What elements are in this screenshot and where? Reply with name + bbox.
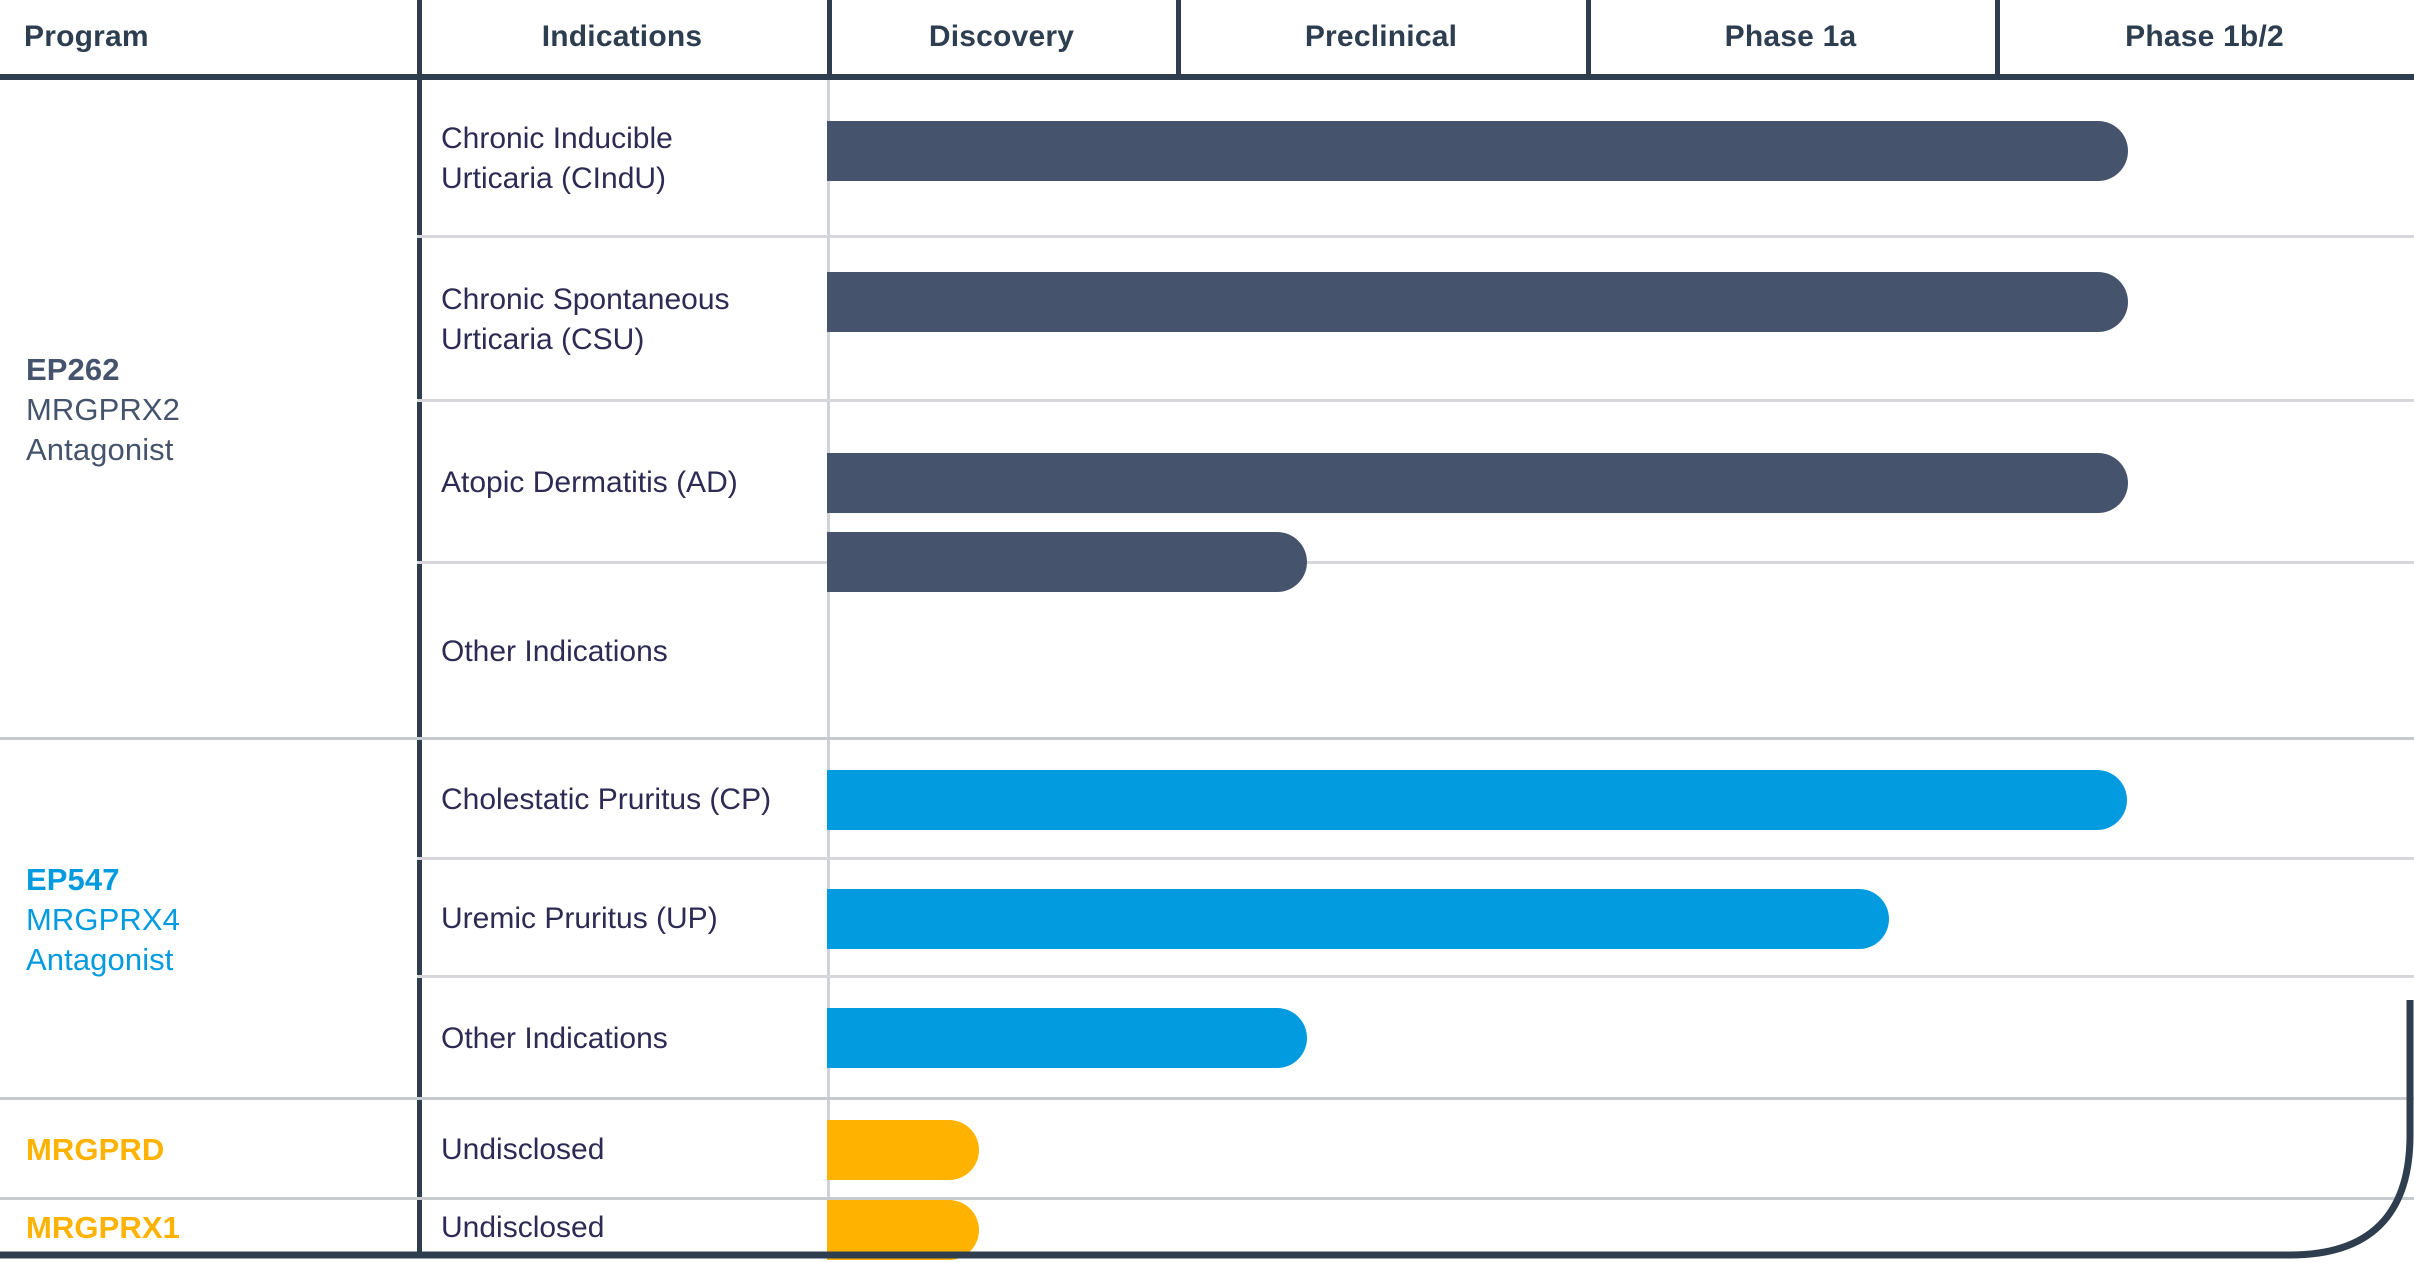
column-header-program: Program [0, 0, 417, 74]
program-name-ep547: EP547 [26, 862, 120, 898]
bar-other-ep547 [827, 1008, 1307, 1068]
indication-label-cindu-line1: Chronic Inducible [441, 122, 673, 156]
indication-label-other-ep547: Other Indications [441, 1022, 668, 1056]
indication-cell-cindu: Chronic Inducible Urticaria (CIndU) [417, 80, 827, 238]
table-header-row: Program Indications Discovery Preclinica… [0, 0, 2414, 80]
program-modality-ep547: Antagonist [26, 941, 174, 977]
indication-label-csu-line1: Chronic Spontaneous [441, 283, 730, 317]
pipeline-chart: Program Indications Discovery Preclinica… [0, 0, 2414, 1262]
bar-uremic-pruritus [827, 889, 1889, 949]
bar-other-ep262 [827, 532, 1307, 592]
column-header-discovery-label: Discovery [928, 20, 1075, 53]
indication-label-ad-line1: Atopic Dermatitis (AD) [441, 466, 738, 500]
indication-label-csu-line2: Urticaria (CSU) [441, 323, 645, 356]
program-cell-mrgprd: MRGPRD [0, 1100, 417, 1200]
column-header-phase-1a-label: Phase 1a [1724, 20, 1857, 53]
program-cell-ep262: EP262 MRGPRX2 Antagonist [0, 80, 417, 740]
column-header-indications-label: Indications [541, 20, 703, 53]
indication-label-mrgprx1: Undisclosed [441, 1211, 605, 1245]
indication-label-cholestatic-pruritus: Cholestatic Pruritus (CP) [441, 783, 772, 817]
column-header-program-label: Program [24, 20, 149, 53]
program-name-mrgprx1: MRGPRX1 [26, 1210, 181, 1246]
indication-cell-csu: Chronic Spontaneous Urticaria (CSU) [417, 238, 827, 402]
column-header-phase-1b2-label: Phase 1b/2 [2125, 20, 2284, 53]
bar-mrgprd [827, 1120, 979, 1180]
column-header-preclinical: Preclinical [1176, 0, 1586, 74]
column-header-preclinical-label: Preclinical [1304, 20, 1458, 53]
bar-cindu [827, 121, 2128, 181]
indication-cell-other-ep547: Other Indications [417, 978, 827, 1100]
bar-cholestatic-pruritus [827, 770, 2127, 830]
indication-label-cindu-line2: Urticaria (CIndU) [441, 162, 667, 195]
column-header-discovery: Discovery [827, 0, 1176, 74]
bar-mrgprx1 [827, 1200, 979, 1260]
indication-label-other-ep262: Other Indications [441, 635, 668, 669]
column-header-indications: Indications [417, 0, 827, 74]
program-modality-ep262: Antagonist [26, 431, 174, 467]
indication-cell-cholestatic-pruritus: Cholestatic Pruritus (CP) [417, 740, 827, 860]
indication-cell-ad: Atopic Dermatitis (AD) [417, 402, 827, 564]
bar-ad [827, 453, 2128, 513]
bar-csu [827, 272, 2128, 332]
indication-cell-mrgprd: Undisclosed [417, 1100, 827, 1200]
program-target-ep262: MRGPRX2 [26, 392, 181, 428]
indication-label-uremic-pruritus: Uremic Pruritus (UP) [441, 902, 718, 936]
table-body: EP262 MRGPRX2 Antagonist Chronic Inducib… [0, 80, 2414, 1262]
program-cell-mrgprx1: MRGPRX1 [0, 1200, 417, 1256]
indication-cell-other-ep262: Other Indications [417, 564, 827, 740]
program-cell-ep547: EP547 MRGPRX4 Antagonist [0, 740, 417, 1100]
program-name-ep262: EP262 [26, 352, 120, 388]
program-name-mrgprd: MRGPRD [26, 1132, 165, 1168]
column-header-phase-1a: Phase 1a [1586, 0, 1995, 74]
indication-cell-mrgprx1: Undisclosed [417, 1200, 827, 1256]
indication-label-mrgprd: Undisclosed [441, 1133, 605, 1167]
program-target-ep547: MRGPRX4 [26, 902, 181, 938]
indication-cell-uremic-pruritus: Uremic Pruritus (UP) [417, 860, 827, 978]
divider-indications-discovery [827, 80, 830, 1256]
column-header-phase-1b2: Phase 1b/2 [1995, 0, 2414, 74]
